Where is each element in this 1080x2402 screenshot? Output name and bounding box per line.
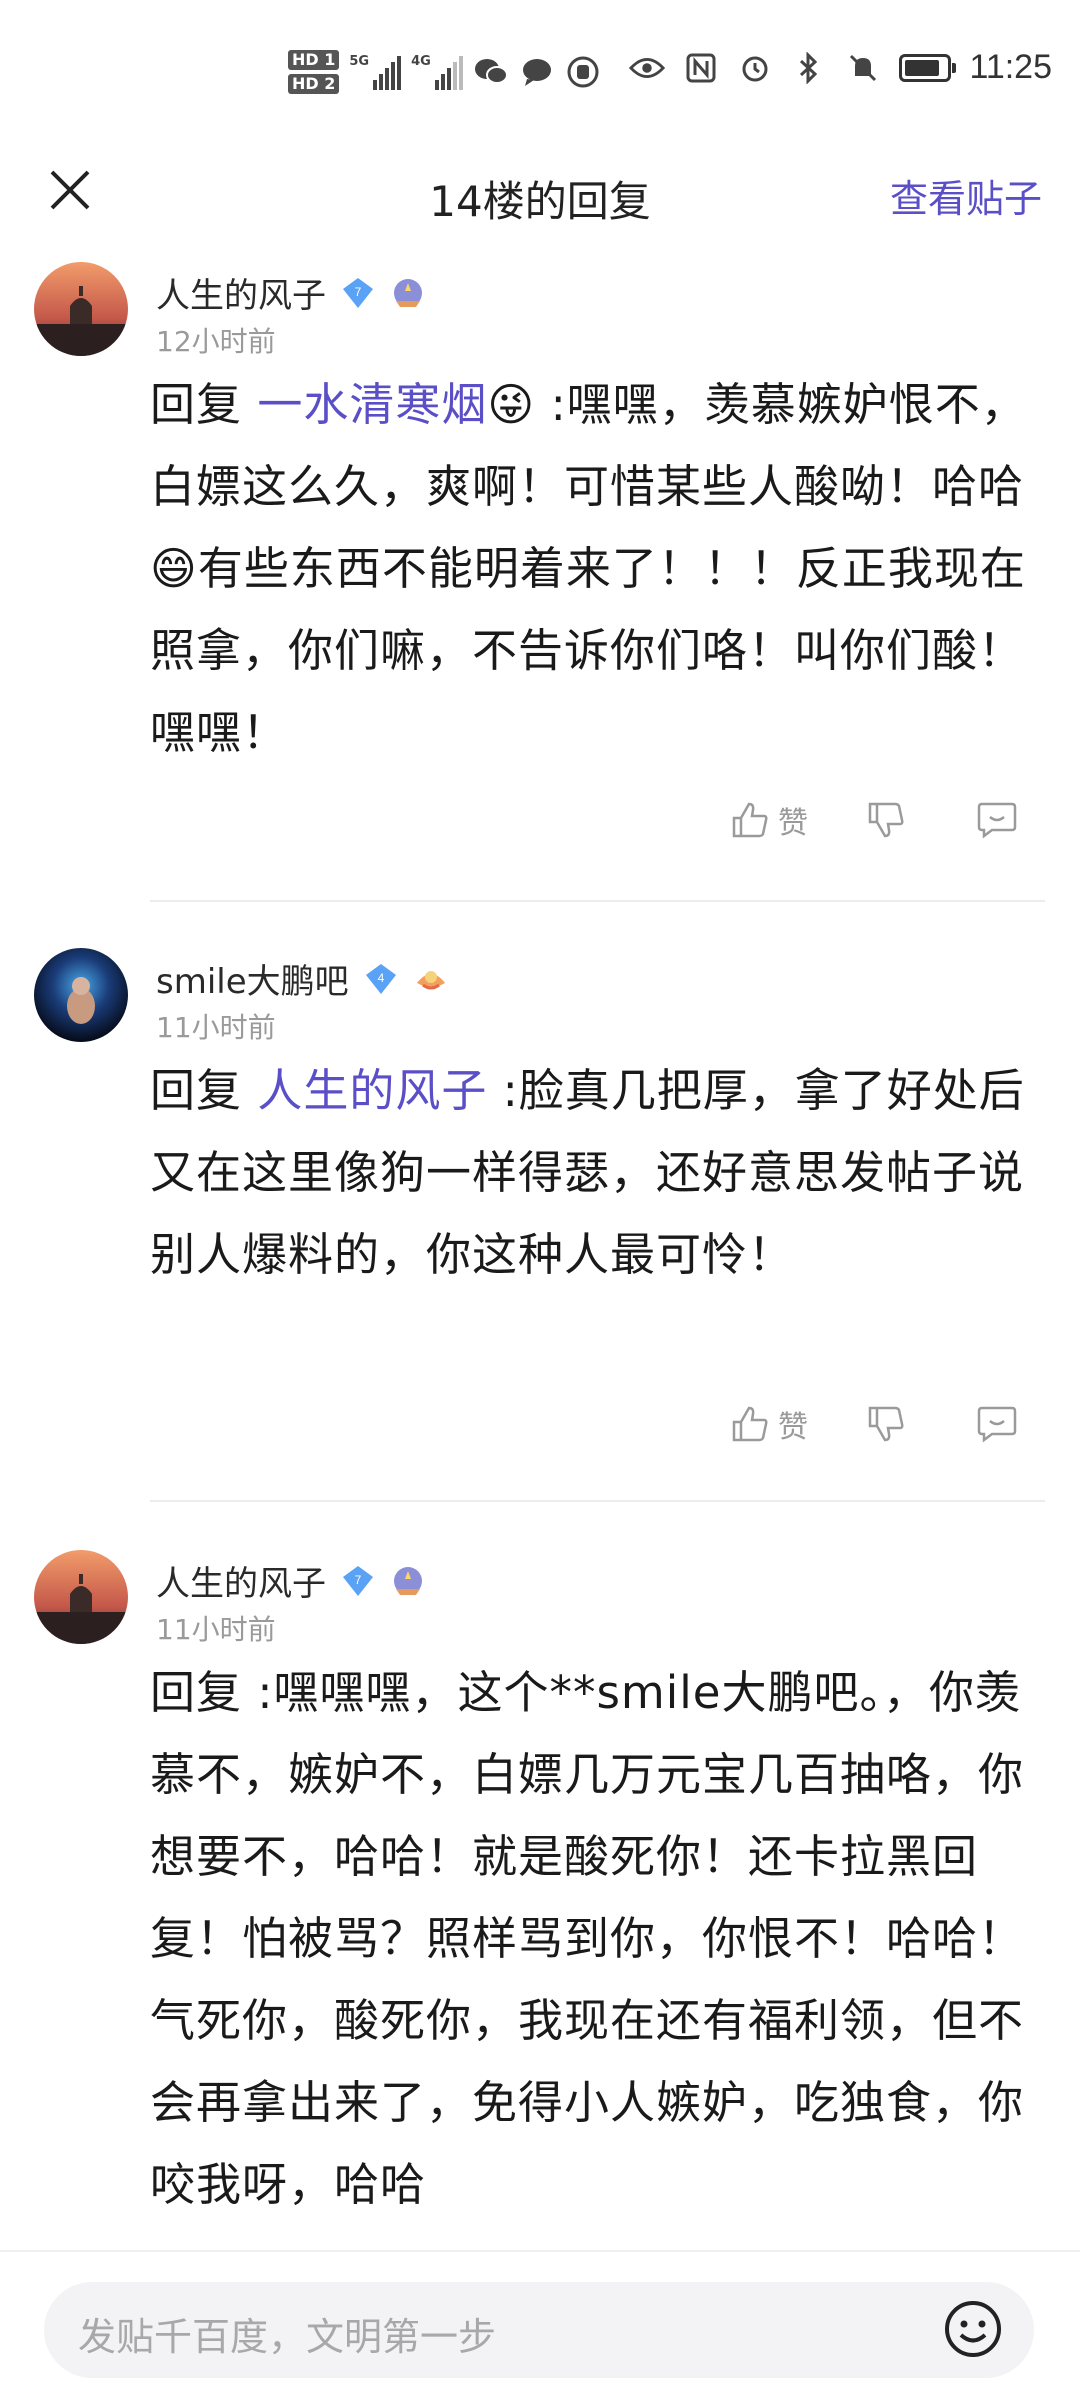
system-indicators: 11:25 <box>629 48 1052 87</box>
reply-content: :嘿嘿嘿，这个**smile大鹏吧。，你羡慕不，嫉妒不，白嫖几万元宝几百抽咯，你… <box>150 1666 1025 2211</box>
reply-text: 回复 一水清寒烟😜 :嘿嘿，羡慕嫉妒恨不，白嫖这么久，爽啊！可惜某些人酸呦！哈哈… <box>150 364 1030 774</box>
thumbs-up-icon <box>732 1406 768 1442</box>
achievement-badge-icon <box>416 970 445 989</box>
mute-icon <box>845 51 881 85</box>
status-bar: HD 1 HD 2 5G 4G 11:25 <box>0 0 1080 150</box>
comment-button[interactable] <box>976 800 1018 840</box>
battery-icon <box>899 53 957 82</box>
level-diamond-icon: 4 <box>365 963 396 994</box>
like-button[interactable]: 赞 <box>730 1402 808 1446</box>
thumbs-down-icon <box>868 1406 904 1442</box>
comment-button[interactable] <box>976 1404 1018 1444</box>
post-time: 11小时前 <box>156 1613 276 1646</box>
reply-input-placeholder: 发贴千百度，文明第一步 <box>78 2315 497 2359</box>
reply-content: :嘿嘿，羡慕嫉妒恨不，白嫖这么久，爽啊！可惜某些人酸呦！哈哈😄有些东西不能明着来… <box>150 378 1027 759</box>
username[interactable]: 人生的风子 <box>156 268 326 317</box>
comment-icon <box>977 1406 1017 1443</box>
username[interactable]: smile大鹏吧 <box>156 954 349 1003</box>
divider <box>150 1500 1045 1502</box>
reply-prefix: 回复 <box>150 1064 243 1117</box>
network-indicators: HD 1 HD 2 5G 4G <box>288 50 601 94</box>
svg-text:4: 4 <box>377 971 384 985</box>
user-info: 人生的风子 7 <box>156 268 426 317</box>
avatar[interactable] <box>34 1550 128 1644</box>
nfc-icon <box>683 51 719 85</box>
eye-icon <box>629 51 666 85</box>
mention-link[interactable]: 一水清寒烟 <box>257 378 487 431</box>
header: 14楼的回复 查看贴子 <box>0 150 1080 230</box>
tongue-emoji-icon: 😜 <box>487 378 536 431</box>
like-label: 赞 <box>778 1410 808 1445</box>
bluetooth-icon <box>791 51 827 85</box>
alarm-icon <box>737 51 773 85</box>
action-bar: 赞 <box>730 1402 1018 1446</box>
thumbs-up-icon <box>732 802 768 838</box>
signal-5g-icon: 5G <box>349 54 402 90</box>
message-icon <box>519 55 555 89</box>
reply-input[interactable]: 发贴千百度，文明第一步 <box>44 2282 1034 2378</box>
achievement-badge-icon <box>394 278 422 307</box>
divider <box>150 900 1045 902</box>
avatar[interactable] <box>34 262 128 356</box>
clock: 11:25 <box>969 48 1052 86</box>
achievement-badge-icon <box>394 1566 422 1595</box>
reply-prefix: 回复 <box>150 378 243 431</box>
wechat-icon <box>473 55 509 89</box>
signal-4g-icon: 4G <box>411 54 463 90</box>
reply-text: 回复 人生的风子 :脸真几把厚，拿了好处后又在这里像狗一样得瑟，还好意思发帖子说… <box>150 1050 1030 1296</box>
svg-text:7: 7 <box>355 1573 362 1587</box>
post-time: 11小时前 <box>156 1011 276 1044</box>
comment-icon <box>977 802 1017 839</box>
action-bar: 赞 <box>730 798 1018 842</box>
svg-text:7: 7 <box>355 285 362 299</box>
hd1-label: HD 1 <box>288 50 340 70</box>
hd-indicator: HD 1 HD 2 <box>288 50 340 94</box>
emoji-icon[interactable] <box>942 2298 1004 2360</box>
like-label: 赞 <box>778 806 808 841</box>
dislike-button[interactable] <box>866 1404 906 1444</box>
dislike-button[interactable] <box>866 800 906 840</box>
mention-link[interactable]: 人生的风子 <box>257 1064 487 1117</box>
reply-text: 回复 :嘿嘿嘿，这个**smile大鹏吧。，你羡慕不，嫉妒不，白嫖几万元宝几百抽… <box>150 1652 1030 2232</box>
level-diamond-icon: 7 <box>343 277 373 308</box>
user-info: 人生的风子 7 <box>156 1556 426 1605</box>
username[interactable]: 人生的风子 <box>156 1556 326 1605</box>
avatar[interactable] <box>34 948 128 1042</box>
reply-bar: 发贴千百度，文明第一步 <box>0 2250 1080 2402</box>
reply-prefix: 回复 <box>150 1666 243 1719</box>
view-post-link[interactable]: 查看贴子 <box>890 168 1042 223</box>
hand-icon <box>565 55 601 89</box>
like-button[interactable]: 赞 <box>730 798 808 842</box>
level-diamond-icon: 7 <box>343 1565 373 1596</box>
user-info: smile大鹏吧 4 <box>156 954 449 1003</box>
post-time: 12小时前 <box>156 325 276 358</box>
thumbs-down-icon <box>868 802 904 838</box>
hd2-label: HD 2 <box>288 74 340 94</box>
